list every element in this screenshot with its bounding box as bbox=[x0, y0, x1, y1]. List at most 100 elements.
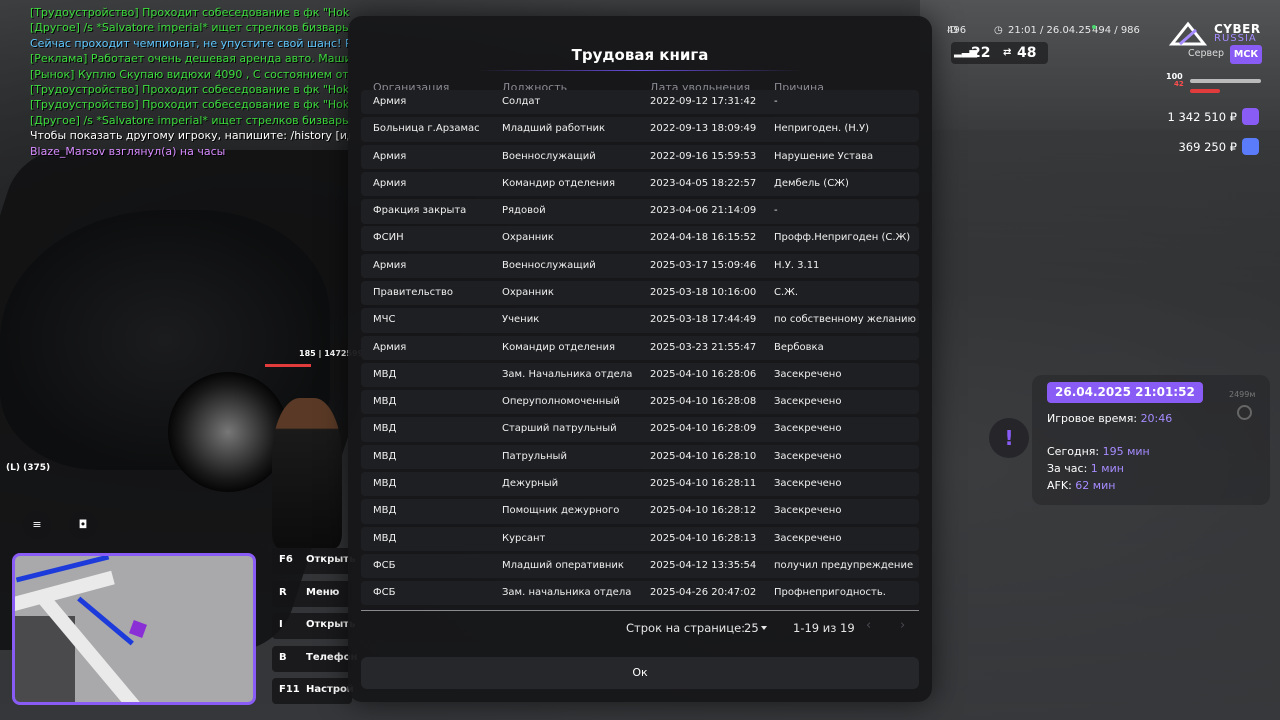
key-hint-label: Меню bbox=[306, 586, 340, 598]
table-row: ФСБ Младший оперативник 2025-04-12 13:35:5… bbox=[361, 553, 919, 579]
game-time-line: Игровое время: 20:46 bbox=[1047, 412, 1172, 425]
cell-dismissal-date: 2023-04-06 21:14:09 bbox=[650, 205, 757, 217]
satiety-icon: ≡ bbox=[23, 511, 51, 539]
cell-dismissal-date: 2023-04-05 18:22:57 bbox=[650, 177, 757, 189]
logo-text-bottom: RUSSIA bbox=[1214, 33, 1257, 44]
cell-reason: получил предупреждение bbox=[774, 559, 914, 571]
cell-organization: МВД bbox=[373, 532, 397, 544]
cell-position: Зам. начальника отдела bbox=[502, 587, 632, 599]
logo-icon bbox=[1168, 21, 1208, 46]
rows-per-page-select[interactable]: 25 bbox=[744, 621, 759, 635]
key-hint[interactable]: R Меню bbox=[272, 580, 352, 607]
table-row: МВД Патрульный 2025-04-10 16:28:10 Засекреч… bbox=[361, 444, 919, 470]
cell-dismissal-date: 2024-04-18 16:15:52 bbox=[650, 232, 757, 244]
table-row: МЧС Ученик 2025-03-18 17:44:49 по собственн… bbox=[361, 308, 919, 333]
cell-position: Старший патрульный bbox=[502, 423, 617, 435]
cell-dismissal-date: 2025-04-26 20:47:02 bbox=[650, 587, 757, 599]
cell-organization: МВД bbox=[373, 477, 397, 489]
cell-reason: Нарушение Устава bbox=[774, 150, 874, 162]
hour-line: За час: 1 мин bbox=[1047, 462, 1124, 475]
today-line: Сегодня: 195 мин bbox=[1047, 445, 1150, 458]
cell-reason: Засекречено bbox=[774, 477, 842, 489]
title-underline bbox=[478, 70, 802, 71]
chat-line: [Рынок] Куплю Скупаю видюхи 4090 , С сос… bbox=[30, 67, 350, 81]
cell-reason: Н.У. 3.11 bbox=[774, 259, 820, 271]
next-page-button[interactable]: › bbox=[900, 618, 905, 633]
prev-page-button[interactable]: ‹ bbox=[866, 618, 871, 633]
table-row: Правительство Охранник 2025-03-18 10:16:00… bbox=[361, 280, 919, 306]
cell-organization: МВД bbox=[373, 423, 397, 435]
key-hint-label: Настрой bbox=[306, 684, 354, 695]
modal-title: Трудовая книга bbox=[571, 46, 709, 64]
cell-position: Помощник дежурного bbox=[502, 505, 620, 517]
table-row: МВД Дежурный 2025-04-10 16:28:11 Засекречен… bbox=[361, 471, 919, 497]
cell-organization: МВД bbox=[373, 368, 397, 380]
key-hint[interactable]: F6 Открыть bbox=[272, 548, 355, 574]
target-icon bbox=[1237, 405, 1252, 420]
alert-icon[interactable]: ! bbox=[989, 418, 1029, 458]
afk-label: AFK: bbox=[1047, 479, 1072, 492]
cell-position: Патрульный bbox=[502, 450, 567, 462]
cell-dismissal-date: 2022-09-16 15:59:53 bbox=[650, 150, 757, 162]
key-hint[interactable]: F11 Настрой bbox=[272, 678, 354, 704]
cell-organization: Армия bbox=[373, 341, 407, 353]
cell-dismissal-date: 2025-03-18 17:44:49 bbox=[650, 314, 757, 326]
chat-line: [Другое] /s *Salvatore imperial* ищет ст… bbox=[30, 21, 350, 35]
cell-position: Ученик bbox=[502, 314, 540, 326]
cell-reason: Засекречено bbox=[774, 450, 842, 462]
afk-line: AFK: 62 мин bbox=[1047, 479, 1115, 492]
minimap[interactable] bbox=[12, 553, 256, 705]
cell-position: Военнослужащий bbox=[502, 150, 596, 162]
armor-value: 42 bbox=[1174, 80, 1184, 88]
car-wheel bbox=[168, 372, 288, 492]
cell-reason: Профф.Непригоден (С.Ж) bbox=[774, 232, 911, 244]
cell-organization: МЧС bbox=[373, 314, 396, 326]
cell-position: Командир отделения bbox=[502, 341, 615, 353]
table-row: Армия Командир отделения 2025-03-23 21:55:… bbox=[361, 335, 919, 360]
coordinates: (L) (375) bbox=[6, 463, 51, 473]
chat-line: [Трудоустройство] Проходит собеседование… bbox=[30, 98, 350, 112]
table-row: Армия Солдат 2022-09-12 17:31:42 - bbox=[361, 90, 919, 115]
cell-organization: ФСИН bbox=[373, 232, 404, 244]
ok-button[interactable]: Ок bbox=[361, 657, 919, 689]
cell-dismissal-date: 2025-04-12 13:35:54 bbox=[650, 559, 757, 571]
cell-position: Командир отделения bbox=[502, 177, 615, 189]
cell-dismissal-date: 2022-09-13 18:09:49 bbox=[650, 123, 757, 135]
cell-organization: Армия bbox=[373, 259, 407, 271]
wallet-icon bbox=[1242, 108, 1259, 125]
cell-organization: Армия bbox=[373, 96, 407, 107]
table-row: МВД Помощник дежурного 2025-04-10 16:28:12… bbox=[361, 499, 919, 524]
cell-reason: Засекречено bbox=[774, 396, 842, 408]
server-badge: МСК bbox=[1230, 45, 1262, 64]
drink-icon: ◘ bbox=[69, 511, 97, 539]
hour-label: За час: bbox=[1047, 462, 1088, 475]
cyber-russia-logo: CYBER RUSSIA bbox=[1168, 20, 1268, 48]
cell-position: Охранник bbox=[502, 286, 554, 298]
chevron-down-icon[interactable] bbox=[761, 626, 767, 630]
cell-position: Зам. Начальника отдела bbox=[502, 368, 633, 380]
table-row: МВД Оперуполномоченный 2025-04-10 16:28:08… bbox=[361, 390, 919, 415]
cell-dismissal-date: 2025-03-23 21:55:47 bbox=[650, 341, 757, 353]
cell-position: Рядовой bbox=[502, 205, 546, 217]
rows-per-page-label: Строк на странице: bbox=[626, 621, 746, 635]
cell-reason: Дембель (СЖ) bbox=[774, 177, 849, 189]
cell-organization: Правительство bbox=[373, 286, 453, 298]
key-hint[interactable]: I Открыть bbox=[272, 613, 355, 639]
cell-organization: ФСБ bbox=[373, 587, 396, 599]
table-row: Армия Военнослужащий 2022-09-16 15:59:53 На… bbox=[361, 144, 919, 169]
table-row: ФСБ Зам. начальника отдела 2025-04-26 20:4… bbox=[361, 581, 919, 606]
bank-amount: 369 250 ₽ bbox=[1178, 140, 1237, 154]
cell-position: Охранник bbox=[502, 232, 554, 244]
server-label: Сервер bbox=[1188, 48, 1224, 59]
cell-position: Дежурный bbox=[502, 477, 559, 489]
cell-reason: Вербовка bbox=[774, 341, 824, 353]
player-character bbox=[272, 398, 342, 548]
cell-reason: Непригоден. (Н.У) bbox=[774, 123, 869, 135]
cell-reason: - bbox=[774, 205, 778, 217]
cell-organization: Фракция закрыта bbox=[373, 205, 467, 217]
table-row: Армия Военнослужащий 2025-03-17 15:09:46 Н.… bbox=[361, 253, 919, 279]
cell-dismissal-date: 2025-04-10 16:28:13 bbox=[650, 532, 757, 544]
game-time-value: 20:46 bbox=[1140, 412, 1173, 425]
today-label: Сегодня: bbox=[1047, 445, 1100, 458]
key-hint[interactable]: B Телефон bbox=[272, 645, 357, 672]
